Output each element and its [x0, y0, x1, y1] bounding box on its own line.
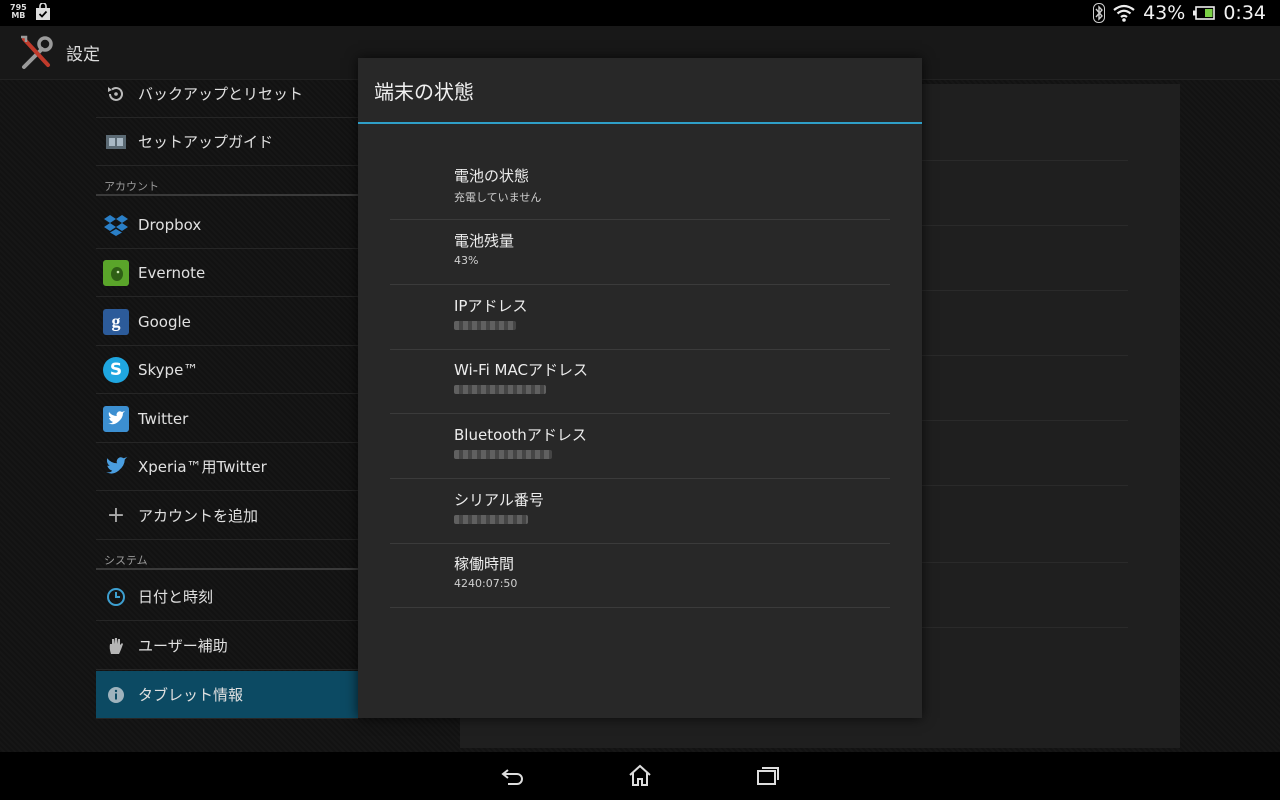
redacted-value: [454, 450, 552, 459]
status-row-battery-status: 電池の状態 充電していません: [390, 155, 890, 220]
skype-icon: S: [103, 356, 129, 383]
sidebar-item-google[interactable]: g Google: [96, 298, 358, 346]
status-bar: 795 MB 43% 0:34: [0, 0, 1280, 26]
status-row-wifi-mac: Wi-Fi MACアドレス: [390, 349, 890, 414]
home-icon[interactable]: [627, 764, 653, 788]
bag-check-icon: [35, 3, 50, 20]
settings-list: バックアップとリセット セットアップガイド アカウント Dropbox Ever…: [96, 80, 358, 720]
sidebar-item-tablet-info[interactable]: タブレット情報: [96, 671, 358, 719]
redacted-value: [454, 515, 528, 524]
redacted-value: [454, 321, 516, 330]
recent-apps-icon[interactable]: [754, 764, 780, 788]
twitter-bird-icon: [103, 454, 129, 480]
plus-icon: +: [106, 503, 126, 528]
status-row-battery-level: 電池残量 43%: [390, 220, 890, 285]
status-row-bluetooth-address: Bluetoothアドレス: [390, 414, 890, 479]
section-header-accounts: アカウント: [96, 170, 358, 196]
sidebar-item-twitter[interactable]: Twitter: [96, 395, 358, 443]
sidebar-item-dropbox[interactable]: Dropbox: [96, 201, 358, 249]
google-icon: g: [103, 308, 129, 335]
sidebar-item-accessibility[interactable]: ユーザー補助: [96, 622, 358, 670]
navigation-bar: [0, 752, 1280, 800]
dropbox-icon: [103, 212, 129, 238]
twitter-icon: [103, 405, 129, 432]
dialog-title-divider: [358, 122, 922, 124]
wifi-icon: [1113, 4, 1135, 22]
sidebar-item-date-time[interactable]: 日付と時刻: [96, 573, 358, 621]
sidebar-item-setup-guide[interactable]: セットアップガイド: [96, 118, 358, 166]
restore-icon: [103, 81, 129, 107]
page-title: 設定: [66, 45, 100, 65]
status-row-uptime: 稼働時間 4240:07:50: [390, 543, 890, 608]
battery-icon: [1193, 6, 1216, 20]
redacted-value: [454, 385, 546, 394]
back-icon[interactable]: [500, 764, 526, 788]
sidebar-item-skype[interactable]: S Skype™: [96, 346, 358, 394]
sidebar-item-xperia-twitter[interactable]: Xperia™用Twitter: [96, 443, 358, 491]
status-row-ip-address: IPアドレス: [390, 285, 890, 350]
hand-icon: [103, 633, 129, 659]
device-status-dialog: 端末の状態 電池の状態 充電していません 電池残量 43% IPアドレス Wi-…: [358, 58, 922, 718]
info-icon: [103, 682, 129, 708]
tools-icon[interactable]: [16, 33, 56, 73]
guide-icon: [103, 129, 129, 155]
memory-indicator: 795 MB: [10, 3, 27, 20]
sidebar-item-backup-reset[interactable]: バックアップとリセット: [96, 70, 358, 118]
evernote-icon: [103, 259, 129, 286]
section-header-system: システム: [96, 544, 358, 570]
bluetooth-icon: [1093, 3, 1106, 23]
sidebar-item-add-account[interactable]: + アカウントを追加: [96, 492, 358, 540]
battery-percent: 43%: [1143, 2, 1186, 24]
clock-time: 0:34: [1223, 2, 1266, 24]
status-row-serial-number: シリアル番号: [390, 479, 890, 544]
clock-icon: [103, 584, 129, 610]
sidebar-item-evernote[interactable]: Evernote: [96, 249, 358, 297]
dialog-title: 端末の状態: [374, 80, 474, 104]
